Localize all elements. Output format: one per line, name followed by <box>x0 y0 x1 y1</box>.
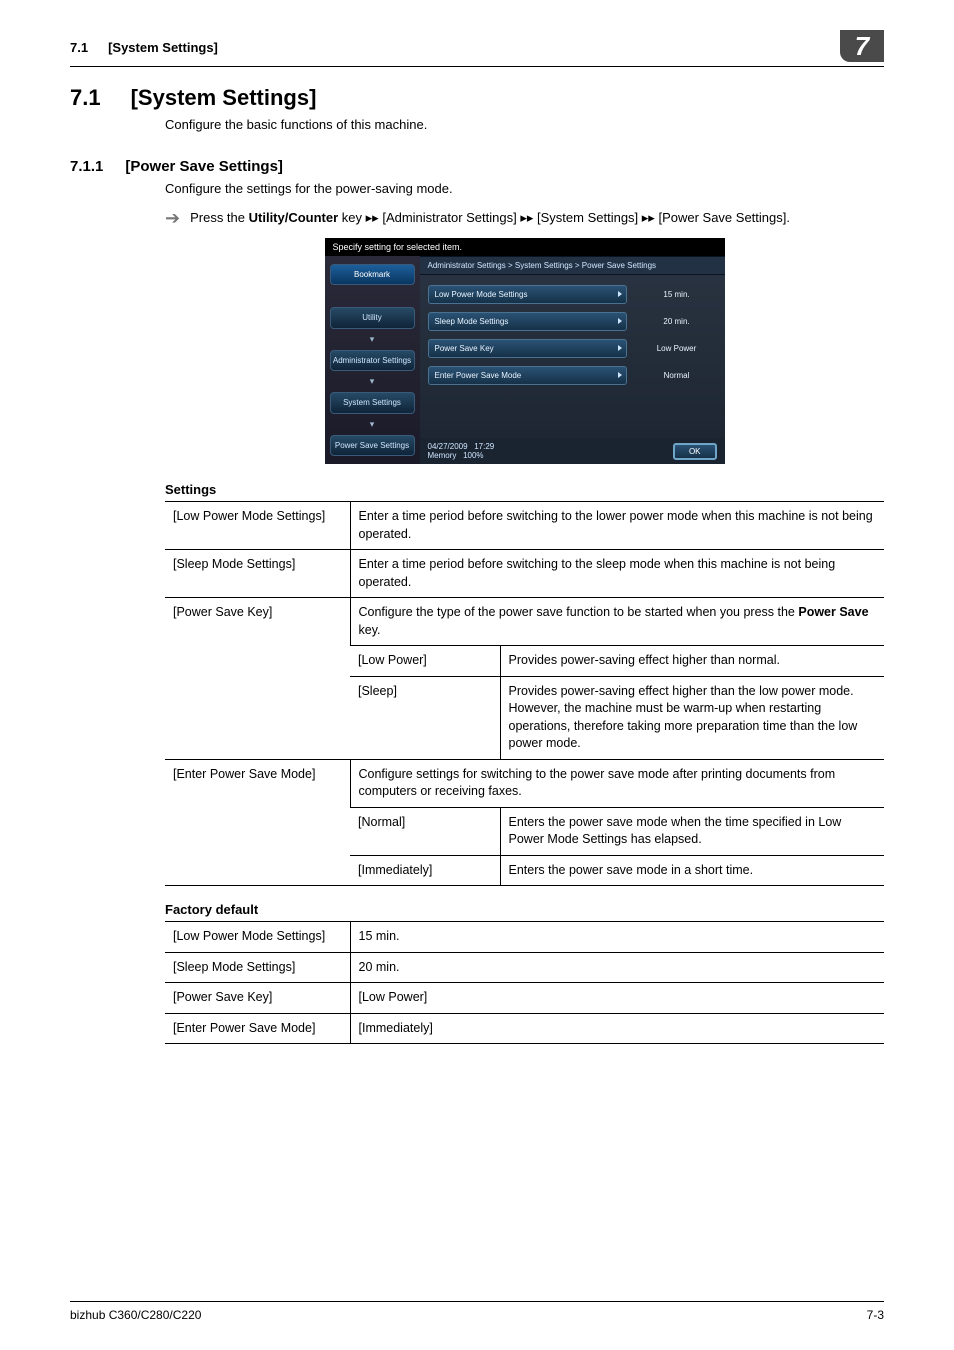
default-name: [Power Save Key] <box>165 983 350 1014</box>
factory-default-table: [Low Power Mode Settings] 15 min. [Sleep… <box>165 921 884 1044</box>
setting-name: [Low Power Mode Settings] <box>165 502 350 550</box>
enter-power-save-mode-value: Normal <box>637 371 717 380</box>
table-row: [Low Power Mode Settings] Enter a time p… <box>165 502 884 550</box>
section-intro: Configure the basic functions of this ma… <box>165 117 884 132</box>
utility-button[interactable]: Utility <box>330 307 415 329</box>
table-row: [Power Save Key] [Low Power] <box>165 983 884 1014</box>
chevron-down-icon: ▾ <box>330 420 415 429</box>
default-value: [Immediately] <box>350 1013 884 1044</box>
table-row: [Enter Power Save Mode] Configure settin… <box>165 759 884 807</box>
step-seg-3: [Power Save Settings]. <box>655 210 790 225</box>
enter-power-save-mode-button[interactable]: Enter Power Save Mode <box>428 366 627 385</box>
default-name: [Enter Power Save Mode] <box>165 1013 350 1044</box>
power-save-key-button[interactable]: Power Save Key <box>428 339 627 358</box>
default-name: [Sleep Mode Settings] <box>165 952 350 983</box>
default-value: [Low Power] <box>350 983 884 1014</box>
setting-option: [Sleep] <box>350 676 500 759</box>
step-seg-2: [System Settings] <box>533 210 641 225</box>
setting-name: [Enter Power Save Mode] <box>165 759 350 886</box>
setting-desc-post: key. <box>359 623 381 637</box>
subsection-intro: Configure the settings for the power-sav… <box>165 181 884 196</box>
power-save-key-value: Low Power <box>637 344 717 353</box>
subsection-num: 7.1.1 <box>70 158 103 175</box>
sleep-mode-settings-button[interactable]: Sleep Mode Settings <box>428 312 627 331</box>
setting-desc: Configure the type of the power save fun… <box>350 598 884 646</box>
setting-desc: Enter a time period before switching to … <box>350 502 884 550</box>
step-seg-1: [Administrator Settings] <box>379 210 521 225</box>
panel-time: 17:29 <box>474 442 494 451</box>
table-row: [Power Save Key] Configure the type of t… <box>165 598 884 646</box>
system-settings-button[interactable]: System Settings <box>330 392 415 414</box>
page-footer: bizhub C360/C280/C220 7-3 <box>70 1301 884 1322</box>
setting-option: [Normal] <box>350 807 500 855</box>
low-power-mode-value: 15 min. <box>637 290 717 299</box>
panel-sidebar: Bookmark Utility ▾ Administrator Setting… <box>325 256 420 465</box>
panel-footer: 04/27/2009 17:29 Memory 100% OK <box>420 438 725 464</box>
setting-option-desc: Provides power-saving effect higher than… <box>500 676 884 759</box>
footer-product: bizhub C360/C280/C220 <box>70 1308 201 1322</box>
step-sep-1: ▸▸ <box>366 210 379 225</box>
subsection-heading: 7.1.1 [Power Save Settings] <box>70 158 884 175</box>
ok-button[interactable]: OK <box>673 443 717 460</box>
panel-date: 04/27/2009 <box>428 442 468 451</box>
footer-page-number: 7-3 <box>867 1308 884 1322</box>
step-sep-2: ▸▸ <box>520 210 533 225</box>
default-value: 15 min. <box>350 922 884 953</box>
factory-default-table-title: Factory default <box>165 902 884 917</box>
setting-option: [Low Power] <box>350 646 500 677</box>
setting-option: [Immediately] <box>350 855 500 886</box>
sleep-mode-value: 20 min. <box>637 317 717 326</box>
panel-options: Low Power Mode Settings 15 min. Sleep Mo… <box>420 275 725 439</box>
running-head: 7.1 [System Settings] 7 <box>70 40 884 67</box>
subsection-title: [Power Save Settings] <box>125 158 283 175</box>
table-row: [Sleep Mode Settings] Enter a time perio… <box>165 550 884 598</box>
setting-desc: Enter a time period before switching to … <box>350 550 884 598</box>
setting-name: [Sleep Mode Settings] <box>165 550 350 598</box>
setting-desc: Configure settings for switching to the … <box>350 759 884 807</box>
settings-table: [Low Power Mode Settings] Enter a time p… <box>165 501 884 886</box>
table-row: [Sleep Mode Settings] 20 min. <box>165 952 884 983</box>
setting-desc-bold: Power Save <box>798 605 868 619</box>
default-value: 20 min. <box>350 952 884 983</box>
arrow-right-icon: ➔ <box>165 209 180 227</box>
default-name: [Low Power Mode Settings] <box>165 922 350 953</box>
step-text-pre: Press the <box>190 210 249 225</box>
section-title: [System Settings] <box>131 85 317 111</box>
step-sep-3: ▸▸ <box>642 210 655 225</box>
chevron-down-icon: ▾ <box>330 335 415 344</box>
device-panel-screenshot: Specify setting for selected item. Bookm… <box>325 238 725 465</box>
chevron-down-icon: ▾ <box>330 377 415 386</box>
setting-name: [Power Save Key] <box>165 598 350 760</box>
panel-memory-label: Memory <box>428 451 457 460</box>
settings-table-title: Settings <box>165 482 884 497</box>
panel-memory-value: 100% <box>463 451 483 460</box>
setting-option-desc: Enters the power save mode when the time… <box>500 807 884 855</box>
step-key-bold: Utility/Counter <box>249 210 339 225</box>
table-row: [Low Power Mode Settings] 15 min. <box>165 922 884 953</box>
setting-option-desc: Provides power-saving effect higher than… <box>500 646 884 677</box>
running-head-num: 7.1 <box>70 40 88 55</box>
section-heading: 7.1 [System Settings] <box>70 85 884 111</box>
chapter-badge: 7 <box>840 30 884 62</box>
running-head-title: [System Settings] <box>108 40 218 55</box>
procedure-step: ➔ Press the Utility/Counter key ▸▸ [Admi… <box>165 208 884 228</box>
bookmark-button[interactable]: Bookmark <box>330 264 415 286</box>
panel-breadcrumb: Administrator Settings > System Settings… <box>420 256 725 275</box>
low-power-mode-settings-button[interactable]: Low Power Mode Settings <box>428 285 627 304</box>
setting-desc-pre: Configure the type of the power save fun… <box>359 605 799 619</box>
step-text: Press the Utility/Counter key ▸▸ [Admini… <box>190 208 790 228</box>
panel-instruction: Specify setting for selected item. <box>325 238 725 256</box>
setting-option-desc: Enters the power save mode in a short ti… <box>500 855 884 886</box>
table-row: [Enter Power Save Mode] [Immediately] <box>165 1013 884 1044</box>
section-num: 7.1 <box>70 85 101 111</box>
step-post1: key <box>338 210 365 225</box>
administrator-settings-button[interactable]: Administrator Settings <box>330 350 415 372</box>
power-save-settings-button[interactable]: Power Save Settings <box>330 435 415 457</box>
